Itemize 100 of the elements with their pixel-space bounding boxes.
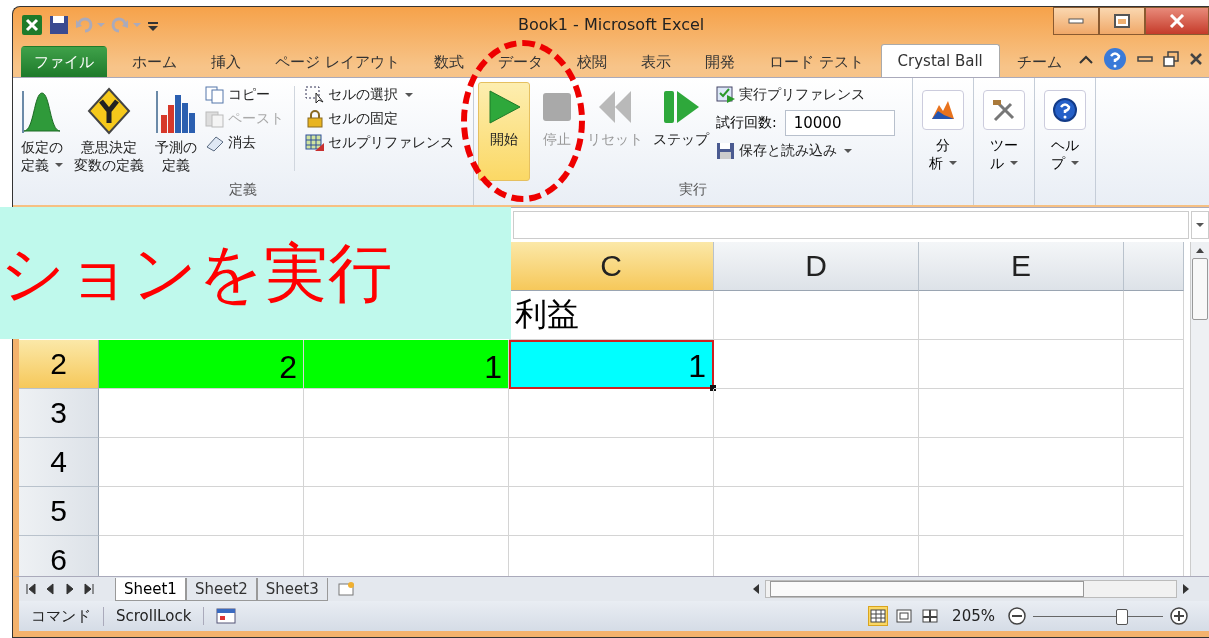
row-header[interactable]: 2 — [19, 340, 99, 389]
caret-icon — [1010, 160, 1018, 167]
minimize-icon — [1137, 55, 1153, 63]
slider-thumb[interactable] — [1116, 609, 1129, 625]
scroll-thumb[interactable] — [1192, 258, 1208, 320]
formula-field[interactable] — [513, 211, 1189, 239]
tools-icon — [991, 98, 1017, 122]
select-cells-icon — [305, 86, 325, 104]
scroll-left-icon — [751, 583, 761, 595]
table-cell — [1124, 487, 1184, 536]
sheet-tab[interactable]: Sheet3 — [256, 577, 328, 601]
ribbon-button[interactable]: 意思決定 変数の定義 — [71, 82, 147, 181]
zoom-slider[interactable] — [1033, 606, 1163, 626]
excel-logo-icon — [21, 14, 43, 36]
help-icon — [1052, 97, 1078, 123]
ribbon-tab[interactable]: 校閲 — [559, 46, 624, 77]
view-button[interactable] — [920, 606, 941, 626]
table-cell — [1124, 340, 1184, 389]
window-title: Book1 - Microsoft Excel — [518, 15, 705, 34]
collapse-ribbon-icon — [1079, 54, 1093, 64]
ribbon-tab[interactable]: ページ レイアウト — [258, 46, 417, 77]
ribbon-button[interactable]: ステップ — [650, 82, 712, 181]
status-item: ScrollLock — [104, 607, 205, 625]
ribbon-tab[interactable]: Crystal Ball — [880, 44, 1000, 77]
ribbon-button[interactable]: 分 析 — [913, 82, 973, 181]
ribbon-button[interactable]: セルの選択 — [305, 86, 454, 104]
ribbon-tab[interactable]: ホーム — [115, 46, 194, 77]
maximize-icon — [1114, 14, 1130, 28]
row-header[interactable]: 3 — [19, 389, 99, 438]
row-header[interactable]: 6 — [19, 536, 99, 576]
ribbon-tab[interactable]: ロード テスト — [751, 46, 881, 77]
paste-icon — [205, 110, 225, 128]
save-load-button[interactable]: 保存と読み込み — [716, 142, 895, 160]
ribbon-button[interactable]: ヘル プ — [1035, 82, 1095, 181]
zoom-in-icon — [1169, 606, 1189, 626]
copy-icon — [205, 86, 225, 104]
ribbon-button[interactable]: 仮定の 定義 — [17, 82, 67, 181]
ribbon-button[interactable]: 消去 — [205, 134, 284, 152]
close-icon — [1189, 52, 1203, 66]
run-preferences-button[interactable]: 実行プリファレンス — [716, 86, 895, 104]
page-break-icon — [922, 609, 939, 623]
caret-icon — [1071, 160, 1079, 167]
ribbon-tab[interactable]: データ — [480, 46, 560, 77]
ribbon-tab[interactable]: 挿入 — [194, 46, 258, 77]
lock-icon — [305, 110, 325, 128]
ribbon-tab[interactable]: チーム — [999, 46, 1079, 77]
view-button[interactable] — [868, 606, 889, 626]
maximize-button[interactable] — [1099, 7, 1145, 35]
ribbon-button[interactable]: ツー ル — [974, 82, 1034, 181]
row-header[interactable]: 5 — [19, 487, 99, 536]
zoom-level: 205% — [951, 607, 996, 625]
caption-banner: ションを実行 — [0, 207, 511, 339]
minimize-button[interactable] — [1053, 7, 1099, 35]
grid-icon — [305, 134, 325, 152]
caret-icon — [844, 148, 852, 154]
table-cell: 1 — [509, 340, 714, 389]
group-label: 定義 — [228, 181, 258, 199]
ribbon-tab[interactable]: 表示 — [623, 46, 688, 77]
help-icon — [1103, 47, 1127, 71]
warning-sign-icon — [87, 87, 131, 135]
caret-icon — [949, 160, 957, 167]
sheet-tab[interactable]: Sheet1 — [115, 577, 186, 601]
ribbon-button[interactable]: セルプリファレンス — [305, 134, 454, 152]
column-header[interactable]: D — [714, 242, 919, 291]
close-button[interactable] — [1145, 7, 1209, 35]
table-cell — [1124, 389, 1184, 438]
caret-icon — [1196, 222, 1204, 228]
ribbon-tab[interactable]: 開発 — [687, 46, 752, 77]
mountain-chart-icon — [930, 99, 956, 121]
minimize-icon — [1068, 17, 1084, 25]
table-cell — [1124, 438, 1184, 487]
ribbon-tab[interactable]: 数式 — [416, 46, 481, 77]
column-header[interactable]: C — [509, 242, 714, 291]
column-header[interactable]: E — [919, 242, 1124, 291]
ribbon-tab[interactable]: ファイル — [21, 46, 107, 77]
sheet-tab[interactable]: Sheet2 — [185, 577, 257, 601]
expand-formula-button[interactable] — [1191, 211, 1209, 239]
scroll-right-icon — [1181, 583, 1191, 595]
ribbon-button[interactable]: 予測の 定義 — [151, 82, 201, 181]
macro-record-icon — [216, 608, 237, 624]
group-label: 実行 — [678, 181, 708, 199]
close-icon — [1169, 14, 1185, 28]
caret-icon — [405, 92, 413, 98]
ribbon-button[interactable]: コピー — [205, 86, 284, 104]
trials-field[interactable]: 10000 — [784, 110, 895, 136]
status-item: コマンド — [19, 606, 104, 626]
vertical-scrollbar[interactable] — [1190, 242, 1209, 576]
horizontal-scrollbar[interactable] — [751, 580, 1191, 598]
table-cell: 2 — [99, 340, 304, 389]
caret-icon — [55, 162, 63, 169]
save-icon — [49, 15, 69, 35]
grid-view-icon — [870, 609, 887, 623]
undo-icon — [75, 16, 105, 34]
table-cell: 1 — [304, 340, 509, 389]
row-header[interactable]: 4 — [19, 438, 99, 487]
scroll-thumb[interactable] — [770, 581, 1084, 597]
eraser-icon — [205, 134, 225, 152]
page-layout-icon — [896, 609, 913, 623]
ribbon-button[interactable]: セルの固定 — [305, 110, 454, 128]
ribbon-button[interactable]: 開始 — [478, 82, 530, 181]
